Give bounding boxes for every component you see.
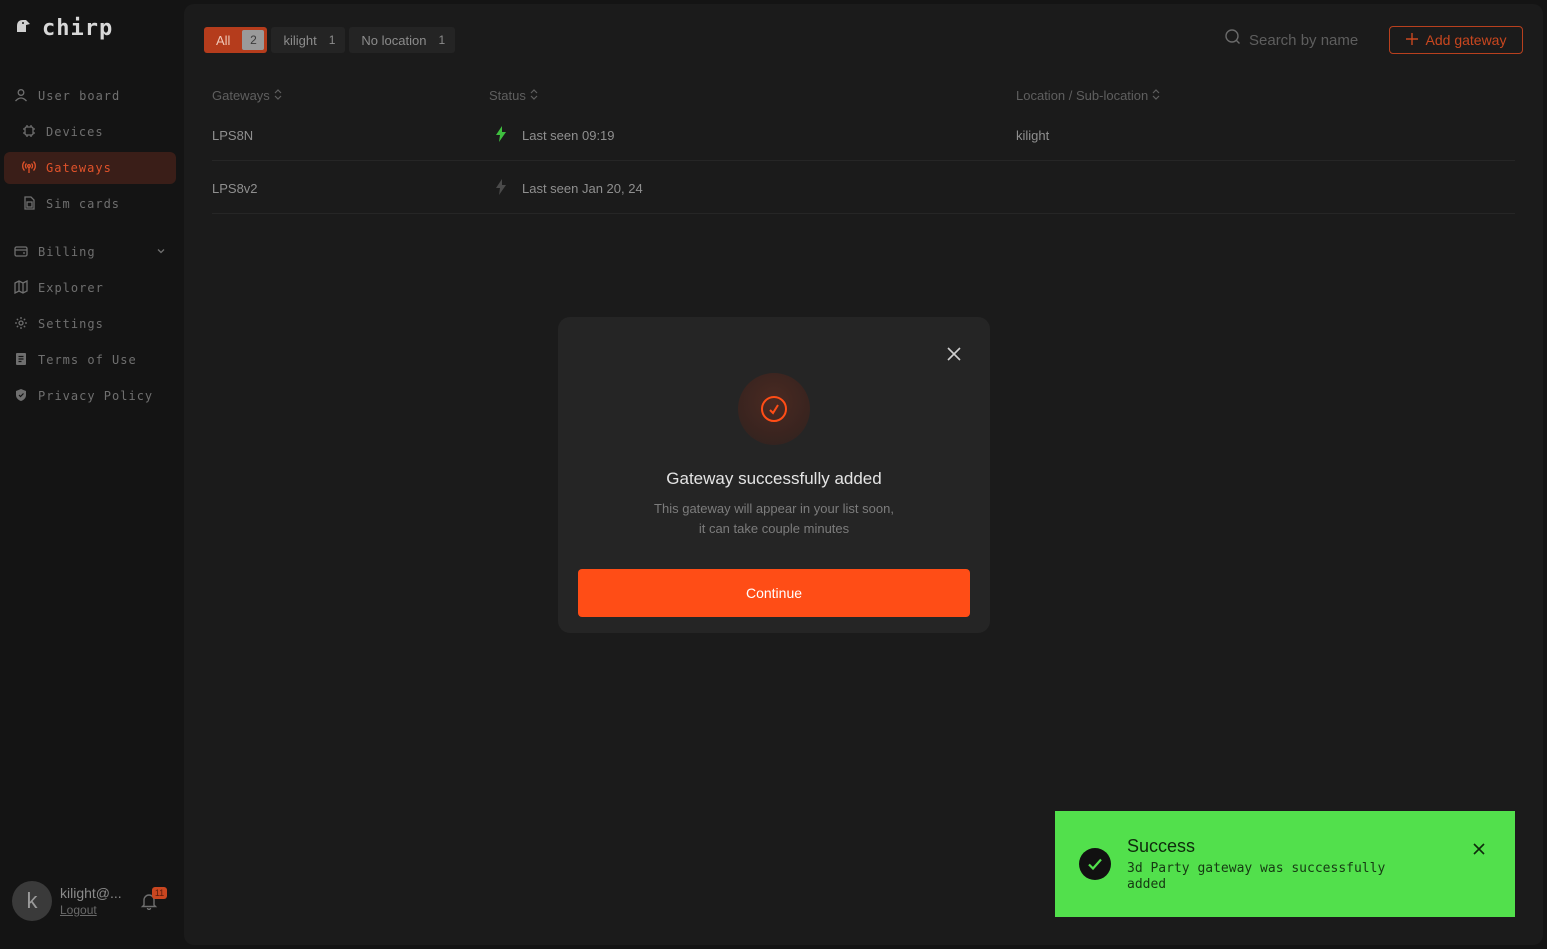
column-header-gateways[interactable]: Gateways: [212, 88, 282, 103]
sidebar-item-user-board[interactable]: User board: [4, 80, 176, 112]
check-circle-icon: [738, 373, 810, 445]
gateway-location: kilight: [1016, 128, 1050, 143]
close-icon[interactable]: [1469, 839, 1489, 859]
check-icon: [1079, 848, 1111, 880]
map-icon: [14, 279, 28, 297]
filter-chip-kilight[interactable]: kilight 1: [271, 27, 346, 53]
shield-icon: [14, 388, 28, 405]
filter-count: 1: [438, 33, 446, 47]
chevron-down-icon[interactable]: [156, 245, 166, 259]
modal-body: This gateway will appear in your list so…: [618, 499, 930, 539]
success-modal: Gateway successfully added This gateway …: [558, 317, 990, 633]
modal-body-line: it can take couple minutes: [698, 521, 850, 536]
sidebar-item-label: Privacy Policy: [38, 389, 154, 403]
sidebar-item-label: Sim cards: [46, 197, 121, 211]
status-text: Last seen Jan 20, 24: [522, 181, 643, 196]
add-gateway-label: Add gateway: [1425, 32, 1507, 48]
modal-title: Gateway successfully added: [666, 469, 882, 488]
toast-message: 3d Party gateway was successfully added: [1127, 861, 1386, 892]
plus-icon: [1405, 32, 1418, 48]
avatar[interactable]: k: [12, 881, 52, 921]
chip-icon: [22, 124, 36, 141]
status-text: Last seen 09:19: [522, 128, 615, 143]
table-header: Gateways Status Location / Sub-location: [212, 84, 1515, 108]
user-name: kilight@...: [60, 885, 122, 901]
table-row[interactable]: LPS8N Last seen 09:19 kilight: [212, 108, 1515, 161]
sidebar-item-label: Billing: [38, 245, 96, 259]
search-icon: [1224, 29, 1241, 51]
modal-body-line: This gateway will appear in your list so…: [654, 501, 894, 516]
sim-icon: [22, 195, 36, 213]
close-icon[interactable]: [942, 342, 966, 366]
gateway-status: Last seen Jan 20, 24: [496, 179, 643, 198]
sort-icon: [274, 88, 282, 103]
continue-button[interactable]: Continue: [578, 569, 970, 617]
filter-label: All: [216, 32, 231, 48]
filter-chip-all[interactable]: All 2: [204, 27, 268, 53]
sidebar-item-label: Terms of Use: [38, 353, 137, 367]
column-label: Gateways: [212, 88, 270, 103]
filter-label: No location: [361, 32, 427, 48]
sidebar-item-billing[interactable]: Billing: [4, 236, 176, 268]
notification-badge: 11: [152, 887, 167, 899]
sidebar-item-terms[interactable]: Terms of Use: [4, 344, 176, 376]
lightning-online-icon: [496, 126, 506, 145]
column-header-location[interactable]: Location / Sub-location: [1016, 88, 1160, 103]
gateway-name: LPS8v2: [212, 181, 258, 196]
sidebar-item-label: User board: [38, 89, 121, 103]
filter-label: kilight: [283, 32, 317, 48]
column-header-status[interactable]: Status: [489, 88, 538, 103]
logo[interactable]: chirp: [16, 16, 113, 41]
gateway-name: LPS8N: [212, 128, 254, 143]
sidebar-item-label: Explorer: [38, 281, 104, 295]
sort-icon: [1152, 88, 1160, 103]
column-label: Location / Sub-location: [1016, 88, 1149, 103]
filter-count: 2: [242, 30, 265, 50]
document-icon: [14, 352, 28, 369]
logout-link[interactable]: Logout: [60, 903, 122, 917]
sidebar-item-devices[interactable]: Devices: [4, 116, 176, 148]
lightning-offline-icon: [496, 179, 506, 198]
table-row[interactable]: LPS8v2 Last seen Jan 20, 24: [212, 161, 1515, 214]
search-box: [1224, 29, 1379, 51]
search-input[interactable]: [1249, 31, 1379, 49]
gateways-table: Gateways Status Location / Sub-location …: [212, 84, 1515, 214]
sidebar-item-label: Settings: [38, 317, 104, 331]
filter-count: 1: [328, 33, 336, 47]
sidebar-item-gateways[interactable]: Gateways: [4, 152, 176, 184]
user-info: kilight@... Logout: [60, 885, 122, 917]
location-filters: All 2 kilight 1 No location 1: [204, 27, 456, 53]
gear-icon: [14, 316, 28, 333]
gateway-status: Last seen 09:19: [496, 126, 615, 145]
nav-divider: [4, 224, 176, 236]
chirp-bird-icon: [16, 19, 32, 38]
column-label: Status: [489, 88, 526, 103]
sort-icon: [530, 88, 538, 103]
sidebar-item-privacy[interactable]: Privacy Policy: [4, 380, 176, 412]
add-gateway-button[interactable]: Add gateway: [1389, 26, 1523, 54]
user-panel: k kilight@... Logout: [12, 880, 172, 922]
sidebar: chirp User board Devices Gateways Sim ca…: [0, 0, 184, 949]
logo-text: chirp: [42, 16, 114, 41]
filter-chip-no-location[interactable]: No location 1: [349, 27, 456, 53]
sidebar-item-settings[interactable]: Settings: [4, 308, 176, 340]
billing-icon: [14, 244, 28, 261]
sidebar-nav: User board Devices Gateways Sim cards Bi…: [4, 80, 176, 416]
sidebar-item-sim-cards[interactable]: Sim cards: [4, 188, 176, 220]
sidebar-item-label: Devices: [46, 125, 104, 139]
antenna-icon: [22, 160, 36, 177]
toast-title: Success: [1127, 836, 1196, 856]
user-icon: [14, 88, 28, 105]
sidebar-item-label: Gateways: [46, 161, 112, 175]
sidebar-item-explorer[interactable]: Explorer: [4, 272, 176, 304]
success-toast: Success 3d Party gateway was successfull…: [1055, 811, 1515, 917]
